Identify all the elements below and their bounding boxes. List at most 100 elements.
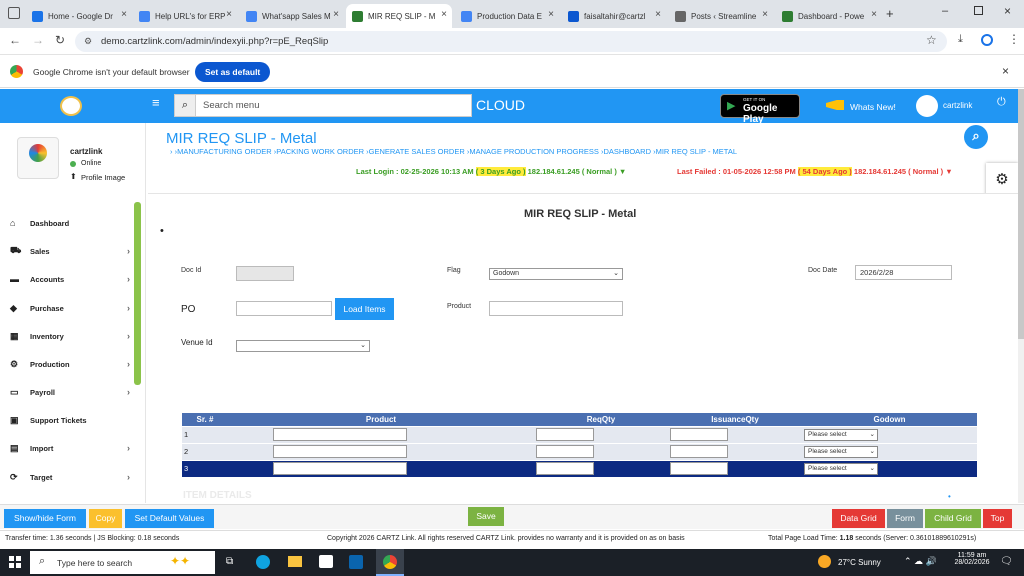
sidebar-item-import[interactable]: ▤ Import › <box>10 440 130 456</box>
user-avatar[interactable] <box>916 95 938 117</box>
flag-select[interactable]: Godown ⌄ <box>489 268 623 280</box>
issuanceqty-input[interactable] <box>670 428 728 441</box>
close-tab-icon[interactable]: × <box>226 9 232 20</box>
bookmark-star-icon[interactable]: ☆ <box>926 33 937 47</box>
issuanceqty-input[interactable] <box>670 462 728 476</box>
close-tab-icon[interactable]: × <box>871 9 877 20</box>
search-icon[interactable]: ⌕ <box>175 95 196 116</box>
profile-icon[interactable] <box>981 34 993 46</box>
close-infobar-icon[interactable]: × <box>1002 64 1009 78</box>
top-button[interactable]: Top <box>983 509 1012 528</box>
venue-id-select[interactable]: ⌄ <box>236 340 370 352</box>
set-as-default-button[interactable]: Set as default <box>195 62 271 82</box>
hamburger-menu-icon[interactable]: ≡ <box>152 95 160 110</box>
sidebar-item-support-tickets[interactable]: ▣ Support Tickets <box>10 412 130 428</box>
file-explorer-icon[interactable] <box>288 556 302 567</box>
close-tab-icon[interactable]: × <box>762 9 768 20</box>
table-row[interactable]: 2 Please select ⌄ <box>182 442 977 460</box>
sidebar-item-production[interactable]: ⚙ Production › <box>10 356 130 372</box>
task-view-icon[interactable]: ⧉ <box>226 556 233 567</box>
browser-tab[interactable]: Posts ‹ Streamline × <box>669 4 773 28</box>
browser-tab[interactable]: faisaltahir@cartzl × <box>562 4 666 28</box>
menu-icon[interactable]: ⋮ <box>1008 32 1020 46</box>
godown-select[interactable]: Please select ⌄ <box>804 462 878 475</box>
site-info-icon[interactable]: ⚙ <box>84 31 92 52</box>
show-hide-form-button[interactable]: Show/hide Form <box>4 509 86 528</box>
weather-text[interactable]: 27°C Sunny <box>838 558 881 567</box>
back-icon[interactable]: ← <box>9 33 21 47</box>
sidebar-item-sales[interactable]: ⛟ Sales › <box>10 243 130 259</box>
clock[interactable]: 11:59 am 28/02/2026 <box>950 552 994 566</box>
sidebar-item-payroll[interactable]: ▭ Payroll › <box>10 384 130 400</box>
issuanceqty-input[interactable] <box>670 445 728 458</box>
browser-tab[interactable]: Production Data E × <box>455 4 559 28</box>
load-items-button[interactable]: Load Items <box>335 298 394 320</box>
browser-tab[interactable]: Home - Google Dr × <box>26 4 132 28</box>
menu-search[interactable]: ⌕ Search menu <box>174 94 472 117</box>
child-grid-button[interactable]: Child Grid <box>925 509 981 528</box>
browser-tab[interactable]: Dashboard - Powe × <box>776 4 882 28</box>
power-icon[interactable]: ⏻ <box>997 96 1006 109</box>
google-play-badge[interactable]: ▶ GET IT ON Google Play <box>720 94 800 125</box>
whats-new-link[interactable]: Whats New! <box>850 102 896 112</box>
sidebar-item-target[interactable]: ⟳ Target › <box>10 469 130 485</box>
table-row-selected[interactable]: 3 Please select ⌄ <box>182 459 977 477</box>
minimize-icon[interactable]: – <box>942 5 948 17</box>
close-tab-icon[interactable]: × <box>655 9 661 20</box>
download-icon[interactable]: ⤓ <box>958 33 963 46</box>
reload-icon[interactable]: ↻ <box>55 33 65 47</box>
system-tray-icons[interactable]: ⌃ ☁ 🔊 <box>904 556 937 567</box>
form-button[interactable]: Form <box>887 509 923 528</box>
reqqty-input[interactable] <box>536 445 594 458</box>
browser-tab[interactable]: Help URL's for ERP × <box>133 4 237 28</box>
outlook-icon[interactable] <box>349 555 363 569</box>
doc-id-field[interactable] <box>236 266 294 281</box>
reqqty-input[interactable] <box>536 462 594 476</box>
sidebar-item-accounts[interactable]: ▬ Accounts › <box>10 271 130 287</box>
browser-tab[interactable]: What'sapp Sales M × <box>240 4 344 28</box>
godown-select[interactable]: Please select ⌄ <box>804 428 878 441</box>
data-grid-button[interactable]: Data Grid <box>832 509 885 528</box>
close-window-icon[interactable]: × <box>1004 4 1011 18</box>
product-input[interactable] <box>273 462 407 476</box>
close-tab-icon[interactable]: × <box>121 9 127 20</box>
save-button[interactable]: Save <box>468 507 504 526</box>
close-tab-icon[interactable]: × <box>548 9 554 20</box>
taskbar-search[interactable]: ⌕ Type here to search ✦✦ <box>30 551 215 574</box>
restore-icon[interactable] <box>974 6 983 15</box>
table-row[interactable]: 1 Please select ⌄ <box>182 425 977 443</box>
settings-gear-icon[interactable]: ⚙ <box>986 163 1018 197</box>
product-input[interactable] <box>273 428 407 441</box>
breadcrumb[interactable]: › ›MANUFACTURING ORDER ›PACKING WORK ORD… <box>170 147 790 156</box>
search-input[interactable]: Search menu <box>203 100 260 111</box>
copy-button[interactable]: Copy <box>89 509 122 528</box>
product-input[interactable] <box>273 445 407 458</box>
store-icon[interactable] <box>319 555 333 568</box>
sidebar-scrollbar[interactable] <box>134 202 141 385</box>
po-field[interactable] <box>236 301 332 316</box>
search-fab-icon[interactable]: ⌕ <box>964 125 988 149</box>
windows-start-icon[interactable] <box>9 556 21 568</box>
page-scrollbar-track[interactable] <box>1018 89 1024 503</box>
tab-search-icon[interactable] <box>8 7 20 19</box>
header-username[interactable]: cartzlink <box>943 101 972 110</box>
notifications-icon[interactable]: 🗨 <box>1000 556 1013 567</box>
sidebar-item-dashboard[interactable]: ⌂ Dashboard <box>10 215 130 231</box>
chrome-taskbar-button[interactable] <box>376 549 404 576</box>
doc-date-field[interactable]: 2026/2/28 <box>855 265 952 280</box>
close-tab-icon[interactable]: × <box>441 9 447 20</box>
edge-icon[interactable] <box>256 555 270 569</box>
profile-image-link[interactable]: Profile Image <box>81 173 125 182</box>
close-tab-icon[interactable]: × <box>333 9 339 20</box>
set-default-values-button[interactable]: Set Default Values <box>125 509 214 528</box>
reqqty-input[interactable] <box>536 428 594 441</box>
profile-avatar[interactable] <box>17 137 59 179</box>
godown-select[interactable]: Please select ⌄ <box>804 445 878 458</box>
forward-icon[interactable]: → <box>32 33 44 47</box>
browser-tab-active[interactable]: MIR REQ SLIP - M × <box>346 4 452 28</box>
new-tab-icon[interactable]: + <box>886 6 894 21</box>
sidebar-item-inventory[interactable]: ▦ Inventory › <box>10 328 130 344</box>
sidebar-item-purchase[interactable]: ◆ Purchase › <box>10 300 130 316</box>
page-scrollbar-thumb[interactable] <box>1018 89 1024 339</box>
product-field[interactable] <box>489 301 623 316</box>
